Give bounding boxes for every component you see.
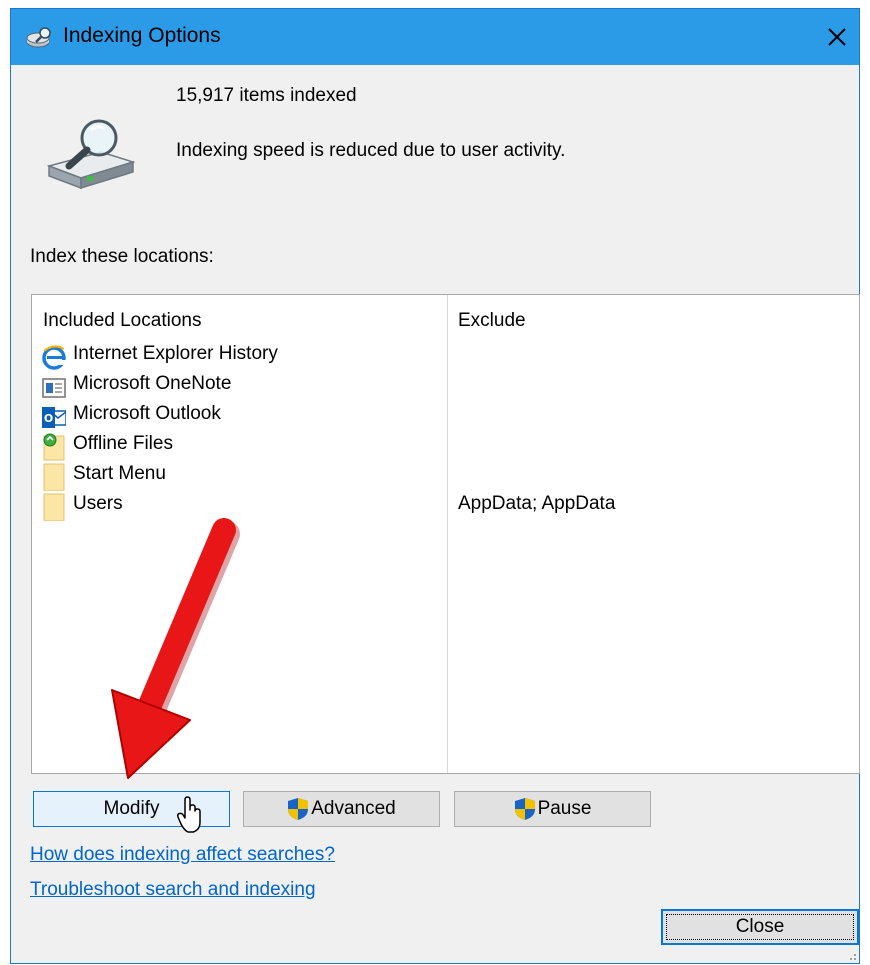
troubleshoot-search-link[interactable]: Troubleshoot search and indexing (30, 879, 316, 901)
folder-icon (43, 493, 65, 521)
exclude-header: Exclude (458, 310, 526, 331)
offline-files-folder-icon (43, 433, 65, 461)
locations-list[interactable]: Included Locations Exclude Internet Expl… (31, 294, 860, 774)
list-item[interactable]: Users AppData; AppData (42, 491, 852, 521)
location-name: Users (73, 493, 123, 514)
resize-grip-icon[interactable] (845, 949, 857, 961)
list-item[interactable]: Internet Explorer History (42, 341, 852, 371)
indexing-options-icon (26, 27, 51, 48)
pause-button[interactable]: Pause (454, 791, 651, 827)
advanced-button[interactable]: Advanced (243, 791, 440, 827)
onenote-icon (42, 378, 66, 398)
location-name: Microsoft OneNote (73, 373, 232, 394)
close-window-button[interactable] (815, 9, 859, 65)
focus-rectangle (666, 914, 854, 940)
location-name: Microsoft Outlook (73, 403, 221, 424)
pause-button-label: Pause (537, 798, 592, 819)
folder-icon (43, 463, 65, 491)
location-name: Offline Files (73, 433, 173, 454)
mouse-cursor-icon (176, 796, 201, 833)
title-bar[interactable]: Indexing Options (11, 9, 859, 65)
index-locations-label: Index these locations: (30, 246, 214, 267)
close-button[interactable]: Close (661, 909, 859, 945)
uac-shield-icon (288, 798, 309, 820)
close-icon (828, 28, 846, 46)
list-item[interactable]: Offline Files (42, 431, 852, 461)
list-item[interactable]: O Microsoft Outlook (42, 401, 852, 431)
list-item[interactable]: Microsoft OneNote (42, 371, 852, 401)
uac-shield-icon (514, 798, 535, 820)
outlook-icon: O (42, 407, 66, 428)
indexing-status-message: Indexing speed is reduced due to user ac… (176, 140, 566, 161)
internet-explorer-icon (42, 345, 66, 370)
svg-text:O: O (44, 412, 53, 425)
window-title: Indexing Options (63, 24, 221, 47)
location-exclude: AppData; AppData (458, 493, 616, 514)
list-item[interactable]: Start Menu (42, 461, 852, 491)
advanced-button-label: Advanced (311, 798, 396, 819)
how-indexing-affects-searches-link[interactable]: How does indexing affect searches? (30, 844, 335, 866)
modify-button-label: Modify (103, 798, 160, 819)
items-indexed-count: 15,917 items indexed (176, 85, 357, 106)
search-drive-icon (46, 119, 136, 190)
included-locations-header: Included Locations (43, 310, 202, 331)
indexing-options-window: Indexing Options 15,917 items indexed In… (10, 8, 860, 964)
location-name: Internet Explorer History (73, 343, 278, 364)
location-name: Start Menu (73, 463, 166, 484)
